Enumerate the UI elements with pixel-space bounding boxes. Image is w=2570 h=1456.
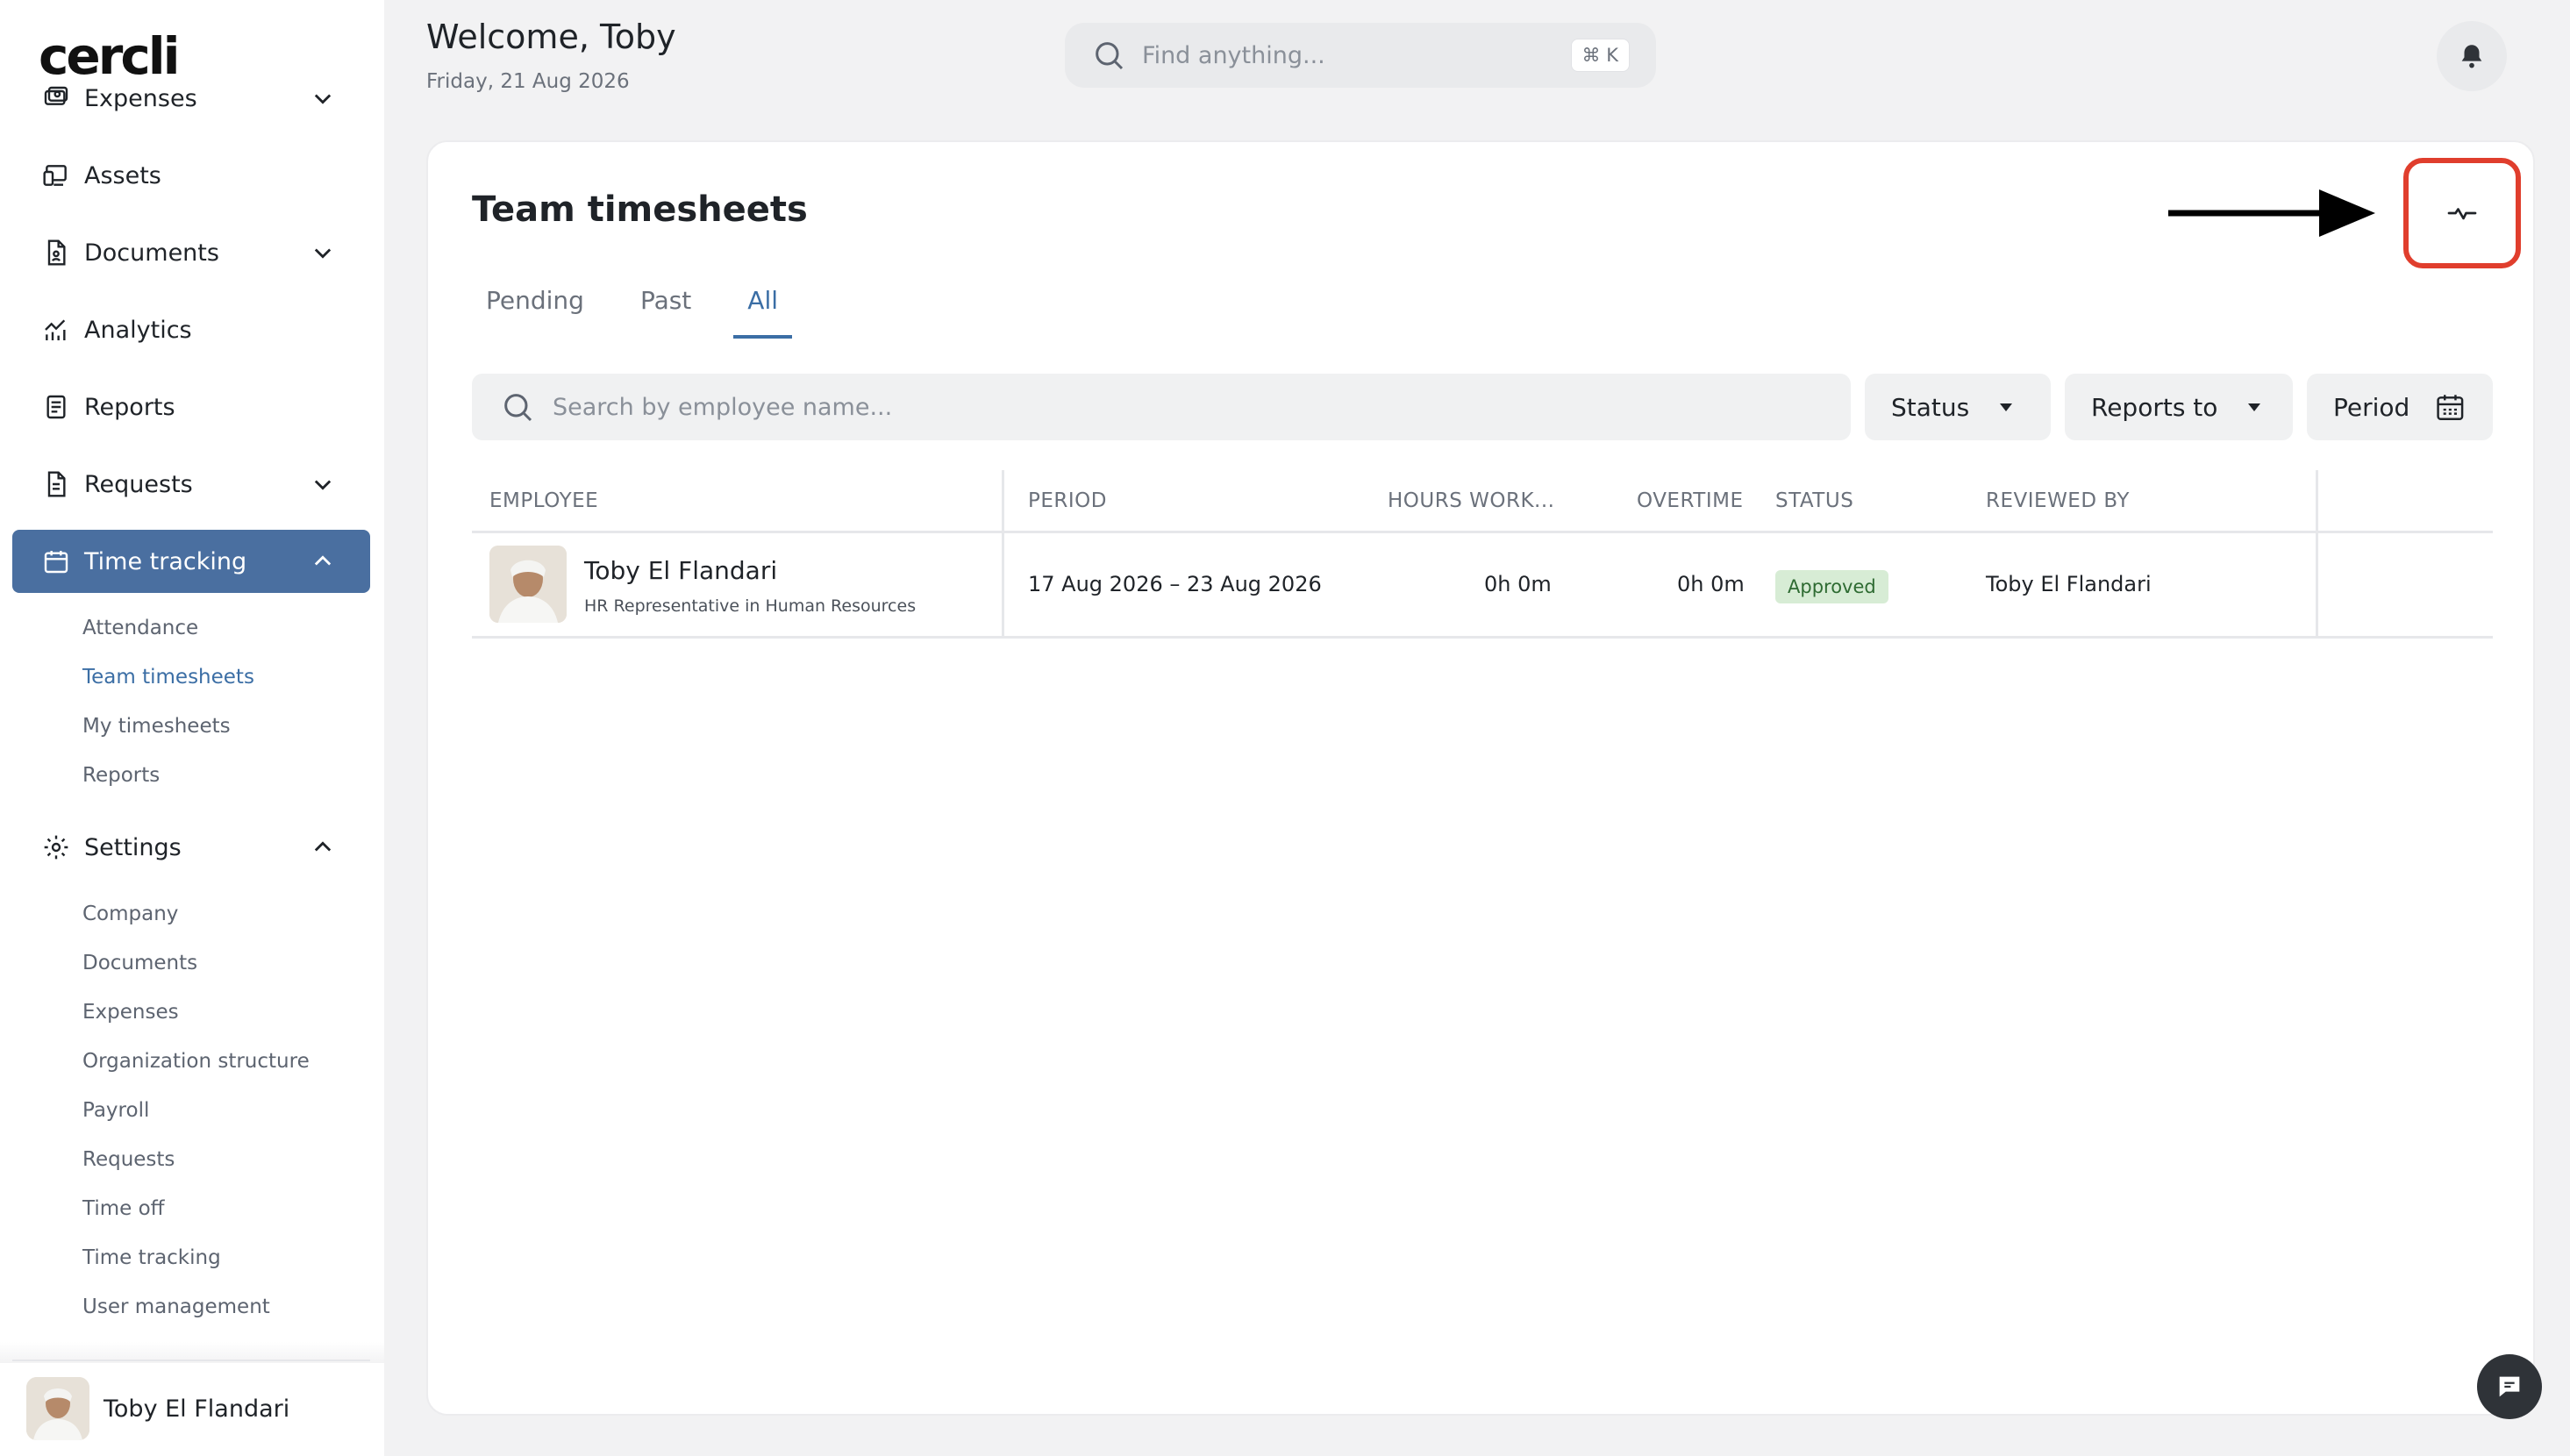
column-header-hours-worked[interactable]: HOURS WORK...: [1388, 489, 1554, 512]
period-cell: 17 Aug 2026 – 23 Aug 2026: [1028, 572, 1322, 596]
sidebar-item-label: Settings: [84, 833, 182, 861]
sidebar-item-label: Expenses: [84, 84, 197, 112]
overtime-cell: 0h 0m: [1677, 572, 1745, 596]
sidebar-item-documents[interactable]: Documents: [12, 221, 370, 284]
column-header-status[interactable]: STATUS: [1775, 489, 1853, 512]
chevron-up-icon: [314, 841, 332, 852]
tab-all[interactable]: All: [733, 286, 793, 339]
column-header-employee[interactable]: EMPLOYEE: [489, 489, 598, 512]
submenu-item-time-off[interactable]: Time off: [82, 1184, 370, 1233]
sidebar-item-label: Analytics: [84, 316, 192, 344]
page-title: Team timesheets: [472, 189, 808, 230]
calendar-icon: [2437, 395, 2464, 420]
annotation-arrow: [2168, 189, 2375, 237]
current-date: Friday, 21 Aug 2026: [426, 70, 630, 93]
status-filter-dropdown[interactable]: Status: [1865, 374, 2051, 440]
app-frame: cercli Expenses Assets Documents Analyti…: [0, 0, 2570, 1456]
submenu-item-time-tracking[interactable]: Time tracking: [82, 1233, 370, 1282]
submenu-item-attendance[interactable]: Attendance: [82, 603, 370, 653]
search-icon: [504, 394, 532, 422]
chevron-up-icon: [314, 555, 332, 566]
submenu-item-payroll[interactable]: Payroll: [82, 1086, 370, 1135]
table-row[interactable]: Toby El Flandari HR Representative in Hu…: [472, 533, 2493, 639]
user-name: Toby El Flandari: [104, 1395, 290, 1423]
employee-search-placeholder: Search by employee name...: [553, 393, 893, 421]
chevron-down-icon: [314, 480, 332, 490]
table-header: EMPLOYEE PERIOD HOURS WORK... OVERTIME S…: [472, 470, 2493, 533]
sidebar-item-label: Requests: [84, 470, 193, 498]
global-search-bar[interactable]: Find anything... ⌘ K: [1065, 23, 1656, 88]
submenu-item-my-timesheets[interactable]: My timesheets: [82, 702, 370, 751]
hours-worked-cell: 0h 0m: [1484, 572, 1552, 596]
global-search-placeholder: Find anything...: [1142, 41, 1325, 69]
submenu-item-company[interactable]: Company: [82, 889, 370, 939]
tab-pending[interactable]: Pending: [472, 286, 598, 339]
period-filter-button[interactable]: Period: [2307, 374, 2493, 440]
requests-icon: [40, 468, 72, 500]
bell-icon: [2461, 45, 2482, 68]
search-icon: [1096, 42, 1124, 70]
timesheets-table: EMPLOYEE PERIOD HOURS WORK... OVERTIME S…: [472, 470, 2493, 639]
sidebar-item-settings[interactable]: Settings: [12, 816, 370, 879]
analytics-icon: [40, 314, 72, 346]
assets-icon: [40, 160, 72, 191]
submenu-item-organization-structure[interactable]: Organization structure: [82, 1037, 370, 1086]
reviewed-by-cell: Toby El Flandari: [1986, 572, 2152, 596]
reports-to-filter-dropdown[interactable]: Reports to: [2065, 374, 2293, 440]
sidebar-user-profile[interactable]: Toby El Flandari: [12, 1360, 370, 1456]
sidebar-item-expenses[interactable]: Expenses: [12, 67, 370, 130]
sidebar-item-assets[interactable]: Assets: [12, 144, 370, 207]
keyboard-shortcut-badge: ⌘ K: [1570, 39, 1630, 72]
sidebar-item-analytics[interactable]: Analytics: [12, 298, 370, 361]
tab-past[interactable]: Past: [626, 286, 705, 339]
activity-button[interactable]: [2403, 158, 2521, 268]
documents-icon: [40, 237, 72, 268]
sidebar: cercli Expenses Assets Documents Analyti…: [0, 0, 384, 1456]
submenu-item-reports[interactable]: Reports: [82, 751, 370, 800]
column-header-overtime[interactable]: OVERTIME: [1637, 489, 1743, 512]
submenu-item-team-timesheets[interactable]: Team timesheets: [82, 653, 370, 702]
column-header-period[interactable]: PERIOD: [1028, 489, 1107, 512]
sidebar-item-label: Documents: [84, 239, 219, 267]
chevron-down-icon: [314, 94, 332, 104]
submenu-item-documents[interactable]: Documents: [82, 939, 370, 988]
sidebar-item-time-tracking[interactable]: Time tracking: [12, 530, 370, 593]
status-badge: Approved: [1775, 570, 1888, 603]
activity-icon: [2447, 208, 2477, 220]
sidebar-item-requests[interactable]: Requests: [12, 453, 370, 516]
sidebar-item-label: Time tracking: [84, 547, 247, 575]
expenses-icon: [40, 82, 72, 114]
period-filter-label: Period: [2333, 392, 2410, 422]
sidebar-nav: Expenses Assets Documents Analytics Repo…: [12, 85, 370, 1347]
caret-down-icon: [2000, 403, 2013, 411]
timesheet-tabs: Pending Past All: [472, 286, 820, 339]
sidebar-item-label: Reports: [84, 393, 175, 421]
reports-to-filter-label: Reports to: [2091, 392, 2218, 422]
submenu-item-requests[interactable]: Requests: [82, 1135, 370, 1184]
sidebar-item-label: Assets: [84, 161, 161, 189]
status-filter-label: Status: [1891, 392, 1970, 422]
employee-search-input[interactable]: Search by employee name...: [472, 374, 1851, 440]
avatar: [26, 1377, 89, 1440]
notifications-button[interactable]: [2437, 21, 2507, 91]
chat-support-button[interactable]: [2477, 1354, 2542, 1419]
calendar-icon: [40, 546, 72, 577]
sidebar-item-reports[interactable]: Reports: [12, 375, 370, 439]
column-header-reviewed-by[interactable]: REVIEWED BY: [1986, 489, 2130, 512]
employee-name: Toby El Flandari: [584, 556, 778, 585]
reports-icon: [40, 391, 72, 423]
chevron-down-icon: [314, 248, 332, 259]
settings-submenu: Company Documents Expenses Organization …: [12, 889, 370, 1331]
gear-icon: [40, 831, 72, 863]
time-tracking-submenu: Attendance Team timesheets My timesheets…: [12, 603, 370, 800]
avatar: [489, 546, 567, 623]
employee-role: HR Representative in Human Resources: [584, 596, 917, 616]
caret-down-icon: [2248, 403, 2261, 411]
welcome-heading: Welcome, Toby: [426, 18, 676, 56]
chat-icon: [2499, 1376, 2520, 1397]
submenu-item-expenses[interactable]: Expenses: [82, 988, 370, 1037]
submenu-item-user-management[interactable]: User management: [82, 1282, 370, 1331]
team-timesheets-card: Team timesheets Pending Past All Search …: [426, 140, 2535, 1416]
